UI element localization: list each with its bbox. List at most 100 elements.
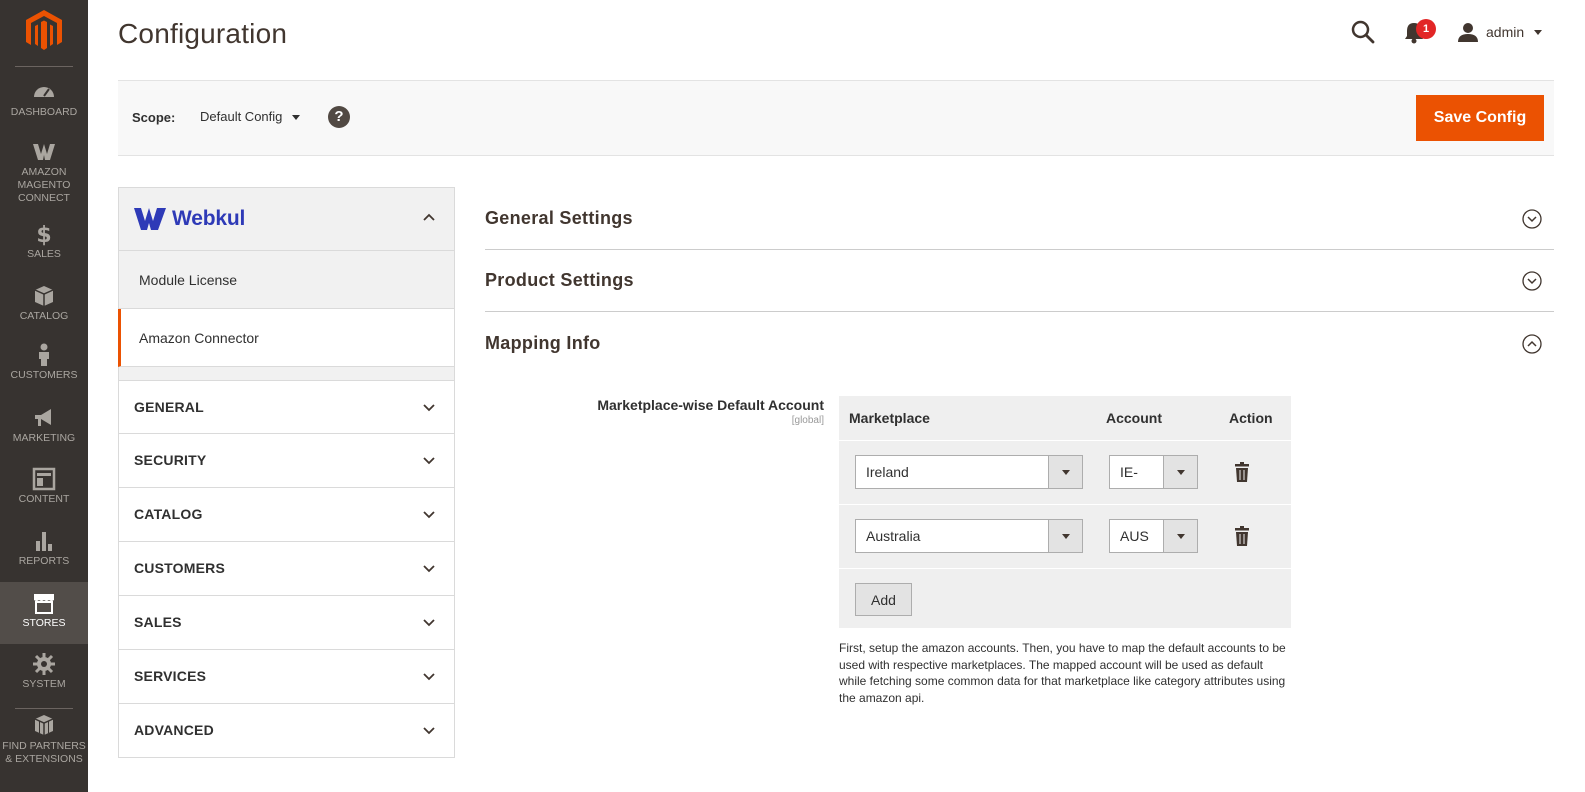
tab-group-advanced[interactable]: ADVANCED	[118, 704, 455, 758]
account-select[interactable]: IE-	[1109, 455, 1198, 489]
search-icon[interactable]	[1350, 19, 1376, 45]
save-config-button[interactable]: Save Config	[1416, 95, 1544, 141]
webkul-logo: Webkul	[134, 207, 245, 231]
trash-icon[interactable]	[1234, 526, 1250, 546]
chevron-up-icon	[423, 213, 435, 221]
account-select[interactable]: AUS	[1109, 519, 1198, 553]
user-menu[interactable]: admin	[1458, 20, 1543, 44]
field-note: First, setup the amazon accounts. Then, …	[839, 641, 1286, 705]
tab-module-license[interactable]: Module License	[118, 251, 455, 309]
nav-item-label: CATALOG	[19, 310, 69, 322]
tab-amazon-connector[interactable]: Amazon Connector	[118, 309, 455, 367]
chevron-down-icon	[292, 115, 301, 120]
webkul-icon	[134, 208, 166, 230]
tab-group-label: SERVICES	[134, 668, 207, 684]
tab-group-sales[interactable]: SALES	[118, 596, 455, 650]
user-icon	[1458, 23, 1478, 42]
chevron-down-icon	[423, 619, 435, 627]
nav-item-customers[interactable]: CUSTOMERS	[0, 343, 88, 388]
cubes-icon	[34, 715, 54, 735]
nav-item-catalog[interactable]: CATALOG	[0, 284, 88, 329]
select-value: Ireland	[866, 464, 909, 480]
tab-group-general[interactable]: GENERAL	[118, 380, 455, 434]
tab-group-security[interactable]: SECURITY	[118, 434, 455, 488]
tab-group-label: ADVANCED	[134, 722, 214, 738]
box-icon	[34, 286, 54, 306]
nav-item-sales[interactable]: $ SALES	[0, 222, 88, 267]
scope-switcher[interactable]: Default Config	[200, 109, 301, 124]
section-title: Product Settings	[485, 270, 634, 290]
brand-name: Webkul	[172, 207, 246, 230]
nav-item-label: CUSTOMERS	[10, 369, 78, 381]
nav-item-label: AMAZON MAGENTO CONNECT	[17, 166, 71, 204]
marketplace-select[interactable]: Ireland	[855, 455, 1083, 489]
select-value: AUS	[1120, 528, 1149, 544]
nav-item-amazon-magento-connect[interactable]: AMAZON MAGENTO CONNECT	[0, 140, 88, 206]
chevron-down-icon	[423, 673, 435, 681]
tab-group-label: SECURITY	[134, 452, 207, 468]
table-row: Ireland IE-	[839, 440, 1291, 504]
nav-item-stores[interactable]: STORES	[0, 582, 88, 644]
nav-item-label: DASHBOARD	[10, 106, 78, 118]
field-scope: [global]	[791, 415, 824, 426]
notification-badge[interactable]: 1	[1416, 19, 1436, 39]
column-header-marketplace: Marketplace	[849, 410, 930, 426]
trash-icon[interactable]	[1234, 462, 1250, 482]
nav-item-label: MARKETING	[12, 432, 76, 444]
store-icon	[34, 594, 54, 614]
grid-header: Marketplace Account Action	[839, 396, 1291, 440]
section-general-settings[interactable]: General Settings	[485, 188, 1554, 250]
circle-chevron-down-icon	[1522, 209, 1542, 229]
page-title: Configuration	[118, 18, 288, 49]
grid-footer: Add	[839, 568, 1291, 628]
nav-item-label: FIND PARTNERS & EXTENSIONS	[2, 740, 86, 765]
user-name: admin	[1486, 24, 1525, 40]
circle-chevron-up-icon	[1522, 334, 1542, 354]
nav-item-content[interactable]: CONTENT	[0, 467, 88, 512]
nav-item-system[interactable]: SYSTEM	[0, 652, 88, 697]
help-icon[interactable]: ?	[328, 106, 350, 128]
field-label: Marketplace-wise Default Account	[597, 397, 824, 413]
mapping-grid: Marketplace Account Action Ireland IE- A…	[839, 396, 1291, 628]
section-title: Mapping Info	[485, 333, 601, 353]
nav-item-find-partners[interactable]: FIND PARTNERS & EXTENSIONS	[0, 714, 88, 774]
tab-group-webkul[interactable]: Webkul	[118, 187, 455, 251]
scope-value: Default Config	[200, 109, 283, 124]
tab-group-services[interactable]: SERVICES	[118, 650, 455, 704]
add-row-button[interactable]: Add	[855, 583, 912, 616]
webkul-icon	[33, 144, 55, 160]
chevron-down-icon	[423, 565, 435, 573]
nav-item-reports[interactable]: REPORTS	[0, 529, 88, 574]
dollar-icon: $	[36, 223, 51, 246]
scope-label: Scope:	[132, 110, 176, 125]
chevron-down-icon	[1048, 520, 1082, 552]
nav-item-label: SYSTEM	[22, 678, 66, 690]
tab-group-label: GENERAL	[134, 399, 204, 415]
tab-label: Amazon Connector	[139, 330, 259, 346]
chevron-down-icon	[423, 457, 435, 465]
svg-text:$: $	[36, 223, 51, 246]
chevron-down-icon	[1048, 456, 1082, 488]
select-value: IE-	[1120, 464, 1138, 480]
circle-chevron-down-icon	[1522, 271, 1542, 291]
section-mapping-info[interactable]: Mapping Info	[485, 313, 1554, 375]
nav-item-dashboard[interactable]: DASHBOARD	[0, 80, 88, 125]
gear-icon	[33, 653, 55, 675]
magento-logo-icon[interactable]	[24, 8, 64, 52]
nav-item-label: REPORTS	[18, 555, 70, 567]
tab-group-customers[interactable]: CUSTOMERS	[118, 542, 455, 596]
tab-spacer	[118, 367, 455, 380]
layout-icon	[32, 467, 56, 491]
dashboard-icon	[34, 87, 54, 97]
nav-item-label: STORES	[22, 617, 66, 629]
nav-item-label: SALES	[27, 248, 61, 260]
marketplace-select[interactable]: Australia	[855, 519, 1083, 553]
chevron-down-icon	[423, 404, 435, 412]
nav-item-label: CONTENT	[18, 493, 70, 505]
section-product-settings[interactable]: Product Settings	[485, 250, 1554, 312]
chevron-down-icon	[1163, 520, 1197, 552]
tab-group-catalog[interactable]: CATALOG	[118, 488, 455, 542]
tab-group-label: CUSTOMERS	[134, 560, 225, 576]
chevron-down-icon	[423, 727, 435, 735]
nav-item-marketing[interactable]: MARKETING	[0, 406, 88, 451]
